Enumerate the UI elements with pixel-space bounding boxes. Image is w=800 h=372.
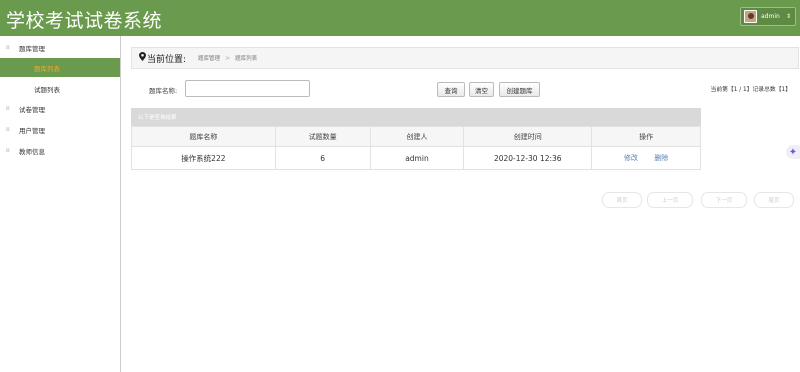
query-button[interactable]: 查询 [437, 82, 465, 97]
sidebar-item-label: 教师信息 [19, 148, 45, 156]
column-header: 创建人 [369, 126, 465, 147]
cell-question-count: 6 [274, 146, 371, 170]
cell-creator: admin [369, 146, 465, 170]
sidebar-item-user-management[interactable]: ⁞⁞⁞ 用户管理 [0, 120, 120, 140]
sidebar-item-question-list[interactable]: 试题列表 [0, 79, 120, 98]
sidebar-item-label: 题库列表 [34, 64, 60, 73]
sidebar-item-teacher-info[interactable]: ⁞⁞⁞ 教师信息 [0, 141, 120, 161]
main-content: 当前位置: 题库管理 > 题库列表 题库名称: 查询 清空 创建题库 当前第【1… [121, 36, 800, 372]
grip-icon: ⁞⁞⁞ [6, 127, 10, 133]
record-info: 当前第【1 / 1】记录总数【1】 [710, 87, 791, 93]
create-bank-button[interactable]: 创建题库 [499, 82, 540, 97]
result-bar: 以下是查询结果 [131, 108, 701, 126]
search-input[interactable] [185, 80, 310, 97]
app-title: 学校考试试卷系统 [6, 10, 163, 32]
pager-next-button[interactable]: 下一页 [701, 192, 747, 208]
pager-last-button[interactable]: 尾页 [754, 192, 794, 208]
breadcrumb: 当前位置: 题库管理 > 题库列表 [131, 47, 799, 69]
sidebar-item-label: 试卷管理 [19, 106, 45, 114]
location-pin-icon [139, 52, 146, 64]
clear-button[interactable]: 清空 [469, 82, 494, 97]
delete-link[interactable]: 删除 [654, 154, 668, 162]
breadcrumb-level2: 题库列表 [235, 56, 258, 62]
breadcrumb-current-position: 当前位置: [147, 54, 187, 65]
user-menu[interactable]: admin ⇕ [740, 7, 796, 26]
sidebar-item-label: 用户管理 [19, 127, 45, 135]
results-table: 题库名称 试题数量 创建人 创建时间 操作 操作系统222 6 admin 20… [131, 126, 701, 170]
pager-prev-button[interactable]: 上一页 [647, 192, 693, 208]
pager-first-button[interactable]: 首页 [602, 192, 642, 208]
grip-icon: ⁞⁞⁞ [6, 106, 10, 112]
table-row: 操作系统222 6 admin 2020-12-30 12:36 修改 删除 [131, 146, 701, 170]
sidebar-item-question-bank-list[interactable]: 题库列表 [0, 58, 120, 77]
grip-icon: ⁞⁞⁞ [6, 45, 10, 51]
table-header-row: 题库名称 试题数量 创建人 创建时间 操作 [131, 126, 701, 147]
cell-created-time: 2020-12-30 12:36 [463, 146, 593, 170]
select-arrows-icon: ⇕ [785, 13, 791, 20]
avatar [744, 10, 757, 23]
user-name: admin [761, 13, 780, 20]
breadcrumb-separator: > [225, 54, 231, 62]
top-header: 学校考试试卷系统 admin ⇕ [0, 0, 800, 36]
breadcrumb-level1[interactable]: 题库管理 [198, 54, 220, 62]
grip-icon: ⁞⁞⁞ [6, 148, 10, 154]
sidebar-item-paper-management[interactable]: ⁞⁞⁞ 试卷管理 [0, 99, 120, 119]
column-header: 创建时间 [463, 126, 593, 147]
column-header: 题库名称 [131, 126, 276, 147]
cell-bank-name: 操作系统222 [131, 146, 276, 170]
sidebar-item-label: 题库管理 [19, 45, 45, 53]
sidebar: ⁞⁞⁞ 题库管理 题库列表 试题列表 ⁞⁞⁞ 试卷管理 ⁞⁞⁞ 用户管理 ⁞⁞⁞… [0, 36, 121, 372]
cell-operations: 修改 删除 [591, 146, 701, 170]
sidebar-item-question-bank[interactable]: ⁞⁞⁞ 题库管理 [0, 38, 120, 58]
column-header: 操作 [591, 126, 701, 147]
edit-link[interactable]: 修改 [624, 154, 638, 162]
sidebar-item-label: 试题列表 [34, 85, 60, 94]
column-header: 试题数量 [274, 126, 371, 147]
sparkle-icon[interactable]: ✦ [786, 145, 800, 159]
search-label: 题库名称: [149, 87, 178, 95]
